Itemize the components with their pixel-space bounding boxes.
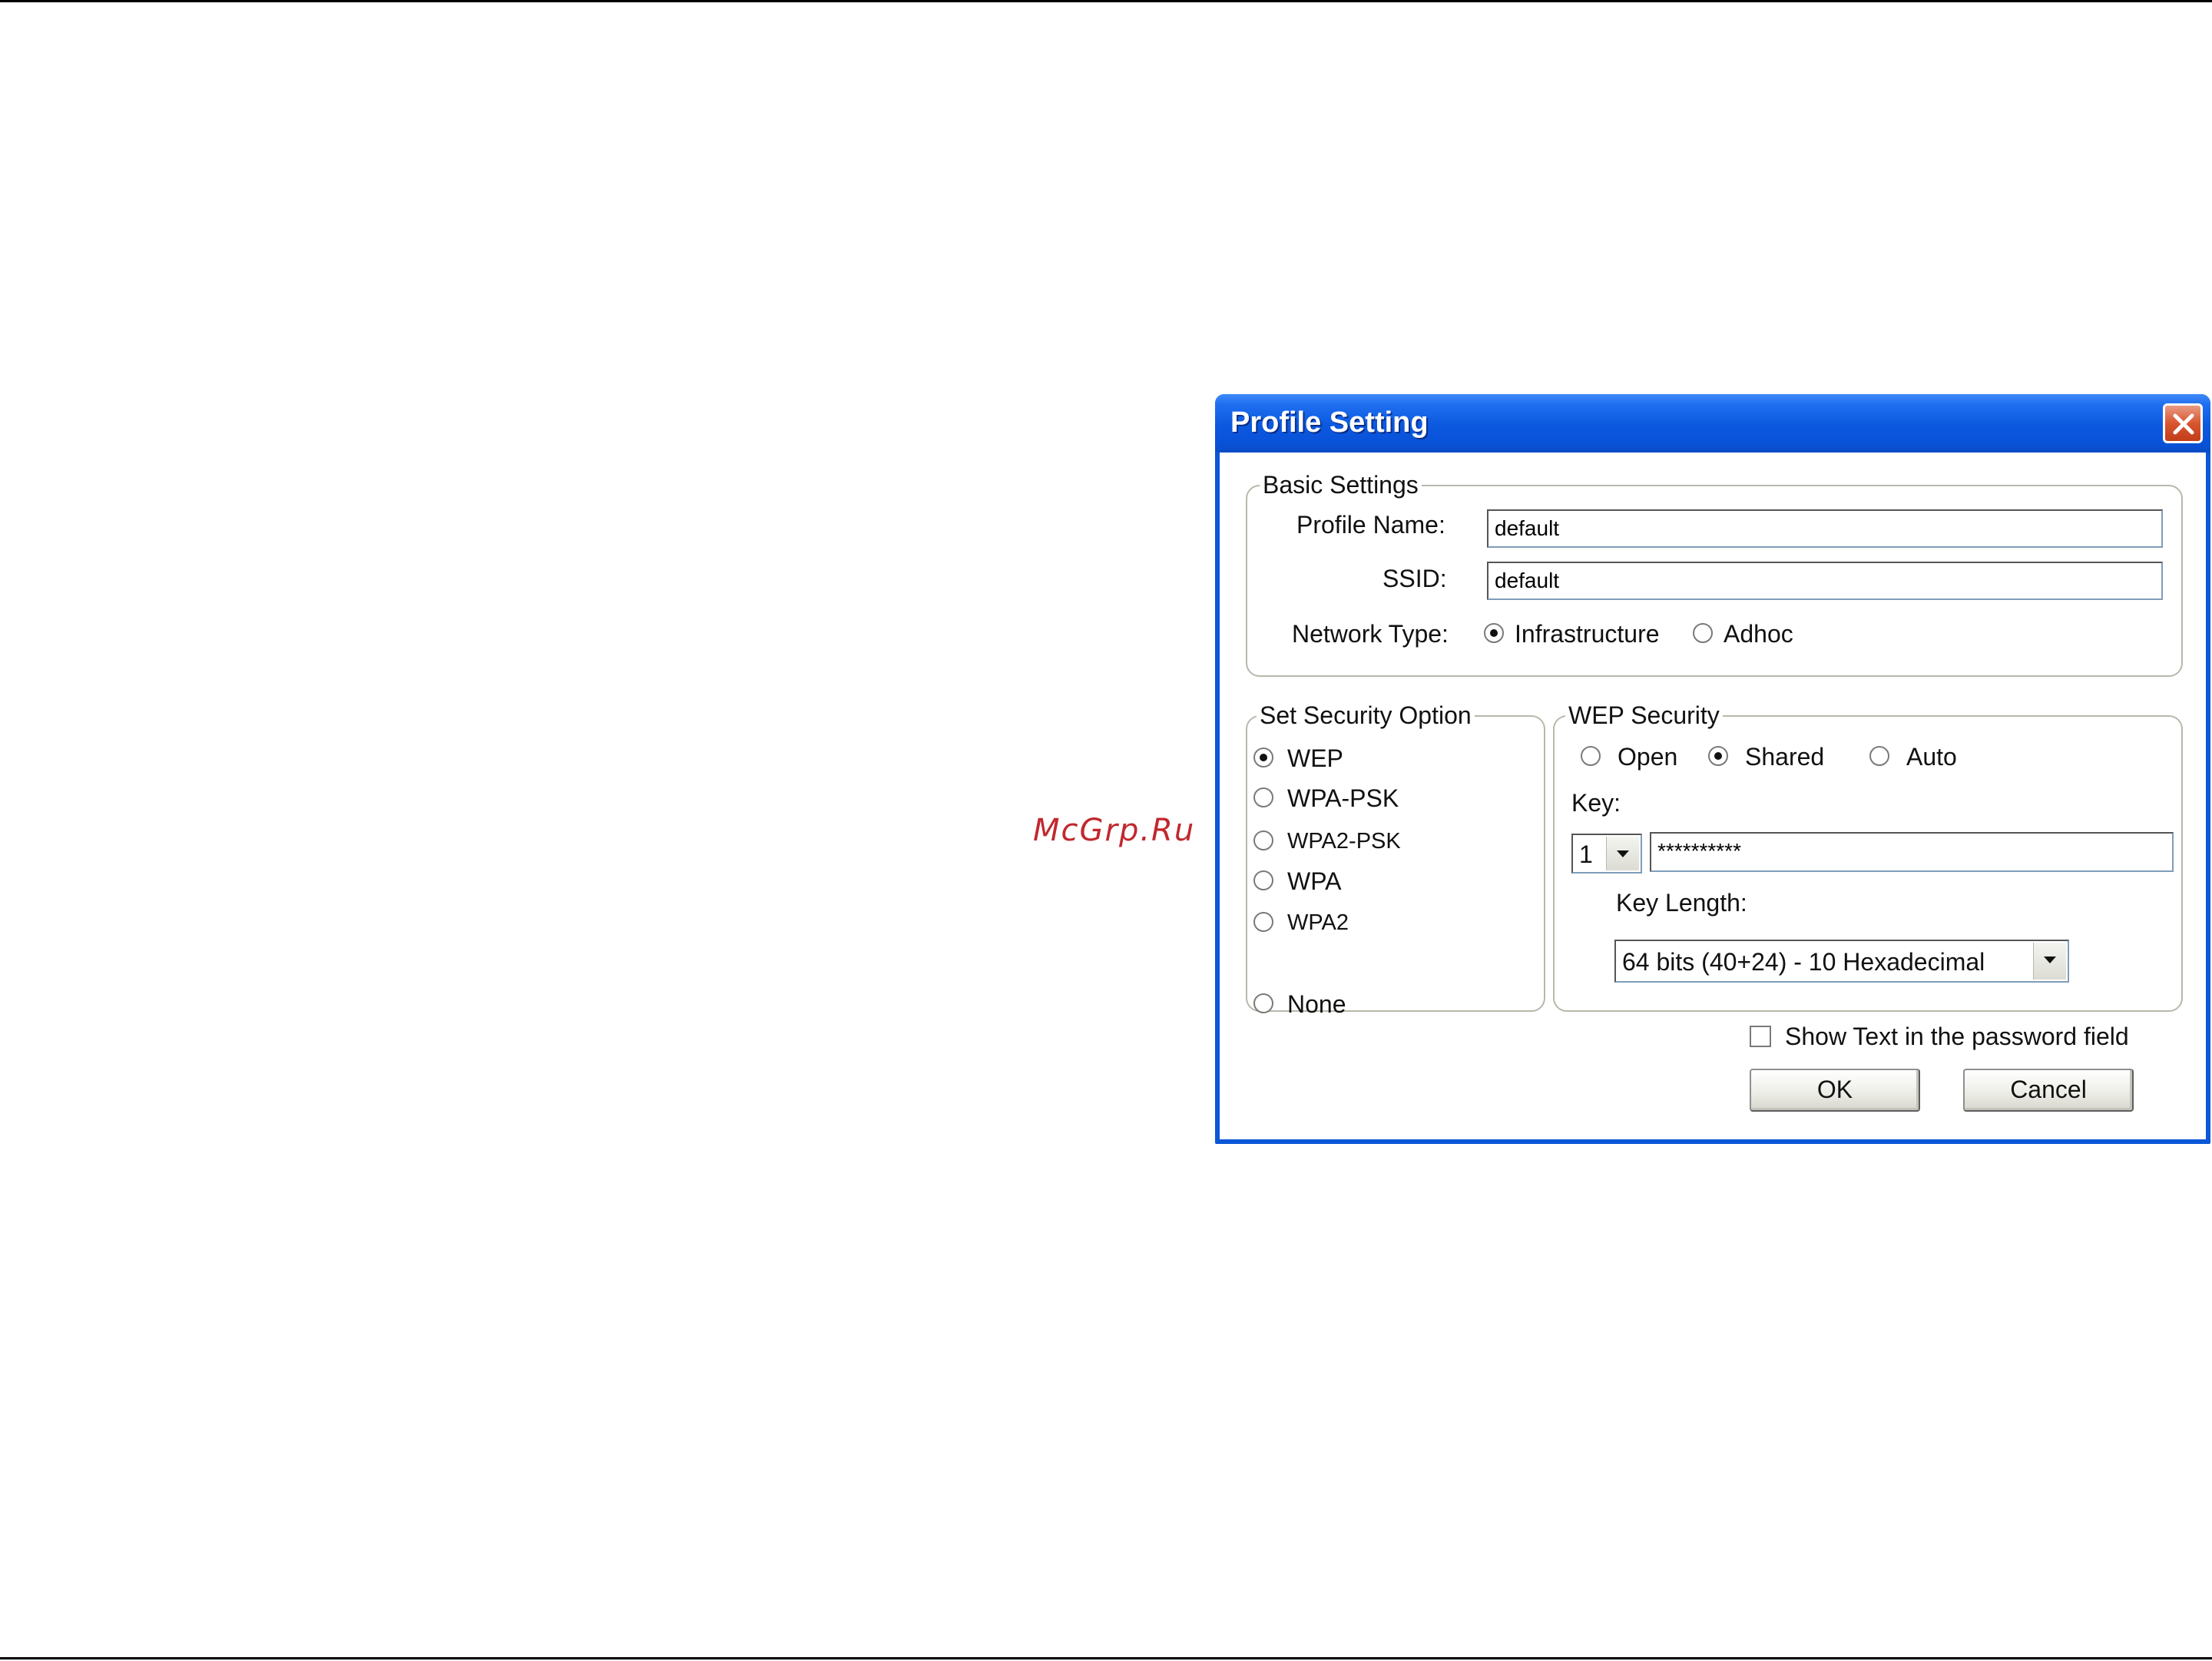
- security-label-wpa: WPA: [1287, 867, 1342, 895]
- security-label-none: None: [1287, 990, 1346, 1018]
- chevron-down-icon[interactable]: [1606, 837, 1639, 870]
- profile-name-label: Profile Name:: [1296, 511, 1445, 539]
- wep-auto-label: Auto: [1906, 743, 1957, 771]
- security-label-wpa2-psk: WPA2-PSK: [1287, 829, 1401, 854]
- title-bar[interactable]: Profile Setting: [1215, 394, 2210, 453]
- key-label: Key:: [1571, 789, 1621, 817]
- top-rule: [0, 0, 2212, 2]
- profile-setting-dialog: Profile Setting Basic Settings Profile N…: [1215, 394, 2210, 1144]
- wep-auto-radio[interactable]: [1869, 746, 1889, 766]
- security-radio-none[interactable]: [1253, 993, 1273, 1013]
- security-option-legend: Set Security Option: [1257, 700, 1475, 731]
- show-text-checkbox[interactable]: [1750, 1026, 1771, 1047]
- key-input[interactable]: **********: [1650, 832, 2174, 872]
- wep-open-radio[interactable]: [1581, 746, 1601, 766]
- security-radio-wpa[interactable]: [1253, 870, 1273, 890]
- ok-button[interactable]: OK: [1750, 1069, 1920, 1112]
- security-radio-wep[interactable]: [1253, 748, 1273, 768]
- bottom-rule: [0, 1657, 2212, 1659]
- dialog-client-area: Basic Settings Profile Name: default SSI…: [1220, 453, 2206, 1139]
- key-length-label: Key Length:: [1616, 889, 1747, 917]
- security-radio-wpa2[interactable]: [1253, 912, 1273, 932]
- security-label-wep: WEP: [1287, 744, 1343, 772]
- wep-shared-label: Shared: [1745, 743, 1825, 771]
- adhoc-label: Adhoc: [1724, 620, 1793, 648]
- chevron-down-icon[interactable]: [2033, 943, 2066, 980]
- network-type-label: Network Type:: [1292, 620, 1449, 648]
- dialog-title: Profile Setting: [1230, 406, 1429, 439]
- ssid-label: SSID:: [1382, 565, 1447, 592]
- close-button[interactable]: [2163, 403, 2203, 443]
- key-index-select[interactable]: 1: [1571, 834, 1642, 874]
- wep-open-label: Open: [1618, 743, 1678, 771]
- wep-shared-radio[interactable]: [1708, 746, 1728, 766]
- ssid-input[interactable]: default: [1487, 562, 2163, 600]
- basic-settings-legend: Basic Settings: [1260, 469, 1422, 500]
- infrastructure-label: Infrastructure: [1515, 620, 1660, 648]
- key-length-select[interactable]: 64 bits (40+24) - 10 Hexadecimal: [1614, 940, 2069, 983]
- show-text-label: Show Text in the password field: [1785, 1023, 2129, 1050]
- adhoc-radio[interactable]: [1693, 623, 1713, 643]
- security-label-wpa2: WPA2: [1287, 910, 1349, 935]
- key-length-value: 64 bits (40+24) - 10 Hexadecimal: [1622, 948, 1985, 976]
- wep-security-legend: WEP Security: [1565, 700, 1723, 731]
- security-radio-wpa-psk[interactable]: [1253, 787, 1273, 807]
- watermark: McGrp.Ru: [1033, 813, 1196, 848]
- security-radio-wpa2-psk[interactable]: [1253, 830, 1273, 850]
- security-label-wpa-psk: WPA-PSK: [1287, 784, 1399, 812]
- profile-name-input[interactable]: default: [1487, 509, 2163, 548]
- cancel-button[interactable]: Cancel: [1963, 1069, 2134, 1112]
- infrastructure-radio[interactable]: [1484, 623, 1504, 643]
- close-icon: [2173, 413, 2194, 435]
- key-index-value: 1: [1579, 840, 1593, 868]
